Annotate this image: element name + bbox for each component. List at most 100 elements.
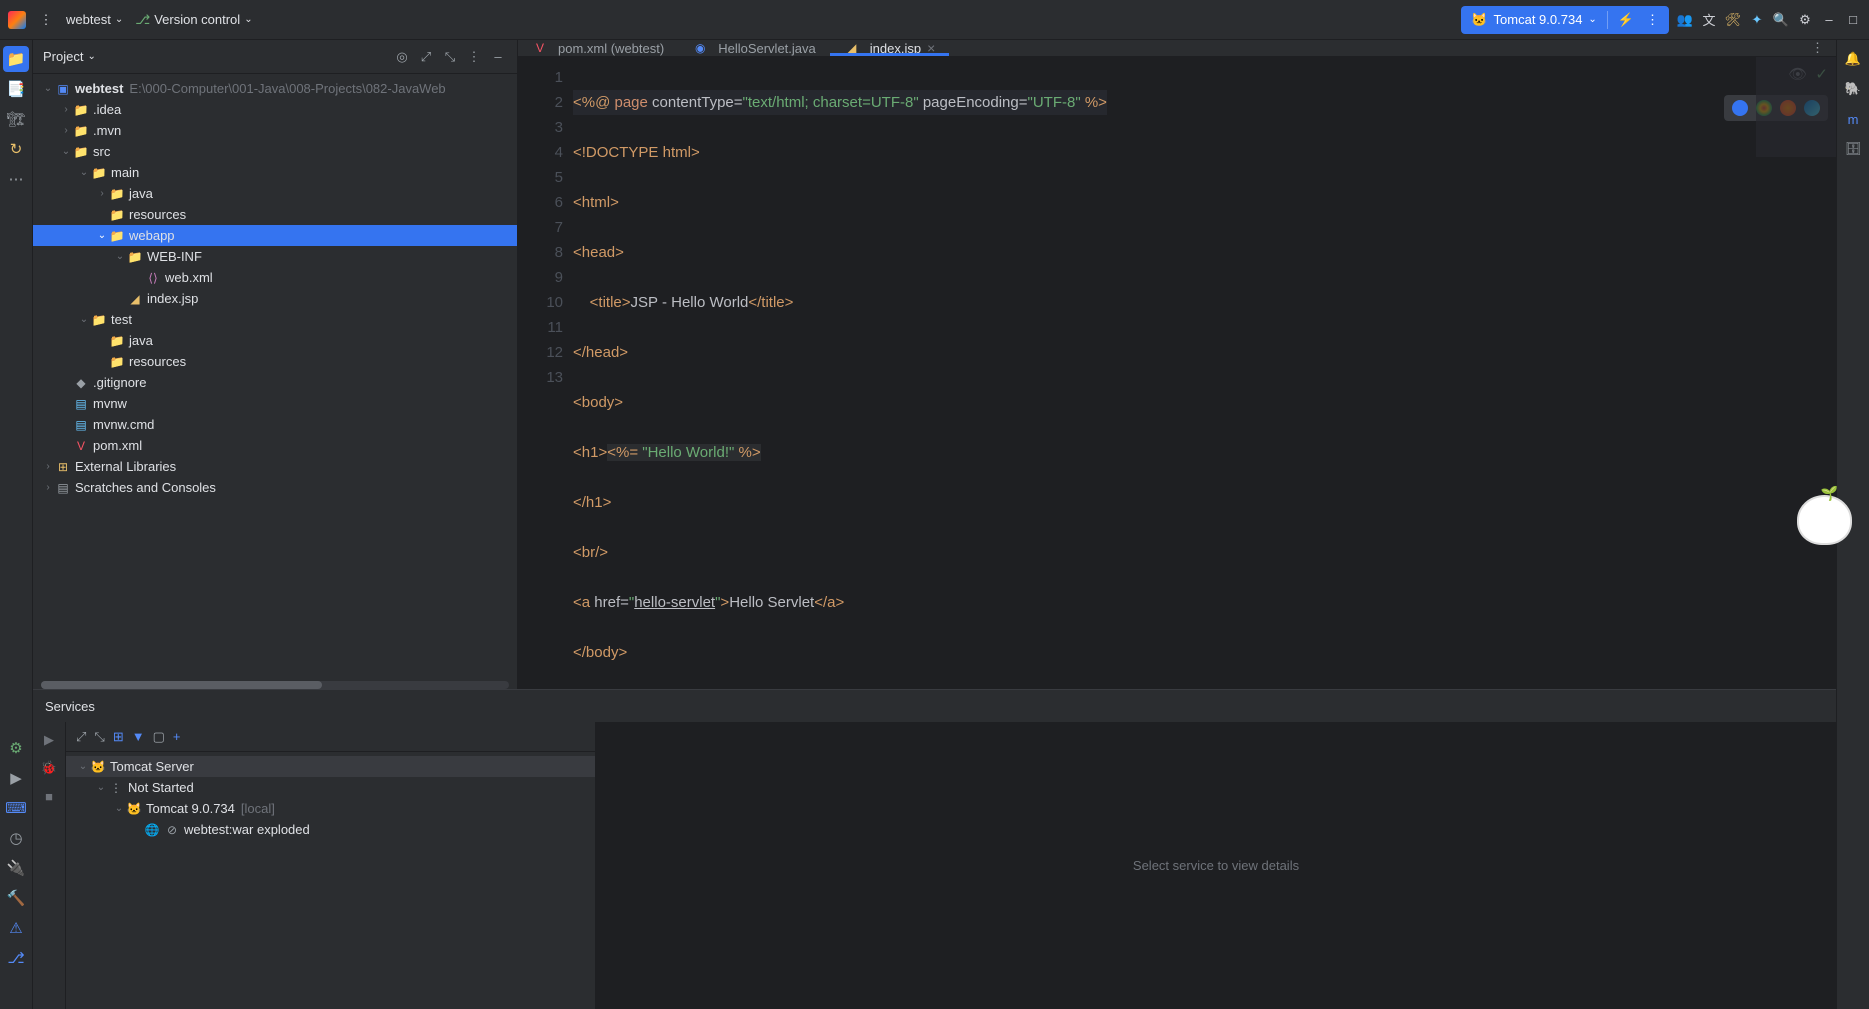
tree-item-gitignore[interactable]: ◆ .gitignore xyxy=(33,372,517,393)
build-icon[interactable]: 🔨 xyxy=(3,885,29,911)
run-configuration[interactable]: 🐱 Tomcat 9.0.734 ⌄ ⚡ ⋮ xyxy=(1461,6,1669,34)
tree-item-webxml[interactable]: ⟨⟩ web.xml xyxy=(33,267,517,288)
editor-tabs-more[interactable]: ⋮ xyxy=(1799,40,1836,56)
refresh-icon[interactable]: ↻ xyxy=(3,136,29,162)
debug-svc-icon[interactable]: 🐞 xyxy=(37,756,61,780)
services-tree[interactable]: ⌄ 🐱 Tomcat Server ⌄ ⋮ Not Started ⌄ xyxy=(66,752,595,844)
git-icon[interactable]: ⎇ xyxy=(3,945,29,971)
tree-item-indexjsp[interactable]: ◢ index.jsp xyxy=(33,288,517,309)
tree-item-scratches[interactable]: ›▤ Scratches and Consoles xyxy=(33,477,517,498)
chevron-down-icon: ⌄ xyxy=(1588,14,1596,25)
tab-label: pom.xml (webtest) xyxy=(558,41,664,56)
svc-label: Tomcat 9.0.734 xyxy=(146,801,235,816)
endpoints-icon[interactable]: 🔌 xyxy=(3,855,29,881)
problems-icon[interactable]: ⚠ xyxy=(3,915,29,941)
ide-logo-icon[interactable] xyxy=(8,11,26,29)
tools-icon[interactable]: 🛠 xyxy=(1725,12,1741,28)
services-header[interactable]: Services xyxy=(33,690,1836,722)
maven-icon[interactable]: m xyxy=(1840,106,1866,132)
ai-icon[interactable]: ✦ xyxy=(1749,12,1765,28)
jsp-icon: ◢ xyxy=(844,40,860,56)
run-tool-icon[interactable]: ▶ xyxy=(3,765,29,791)
tree-item-java[interactable]: ›📁 java xyxy=(33,183,517,204)
editor-minimap[interactable] xyxy=(1756,57,1836,157)
stop-svc-icon[interactable]: ■ xyxy=(37,784,61,808)
project-selector[interactable]: webtest ⌄ xyxy=(66,12,123,27)
translate-icon[interactable]: 文 xyxy=(1701,12,1717,28)
svc-tomcat-instance[interactable]: ⌄ 🐱 Tomcat 9.0.734 [local] xyxy=(66,798,595,819)
tree-label: .mvn xyxy=(93,123,121,138)
builtin-browser-icon[interactable] xyxy=(1732,100,1748,116)
tree-root[interactable]: ⌄▣ webtest E:\000-Computer\001-Java\008-… xyxy=(33,78,517,99)
tree-item-test-resources[interactable]: 📁 resources xyxy=(33,351,517,372)
not-deployed-icon: ⊘ xyxy=(164,822,180,838)
tree-item-idea[interactable]: ›📁 .idea xyxy=(33,99,517,120)
terminal-icon[interactable]: ⌨ xyxy=(3,795,29,821)
vcs-selector[interactable]: ⎇ Version control ⌄ xyxy=(135,12,252,28)
status-icon: ⋮ xyxy=(108,780,124,796)
group-icon[interactable]: ⊞ xyxy=(113,729,124,745)
tree-item-resources[interactable]: 📁 resources xyxy=(33,204,517,225)
tree-item-mvn[interactable]: ›📁 .mvn xyxy=(33,120,517,141)
database-icon[interactable]: 🗄 xyxy=(1840,136,1866,162)
mascot-widget[interactable]: 🌱 xyxy=(1789,480,1859,560)
tree-label: pom.xml xyxy=(93,438,142,453)
tree-item-mvnwcmd[interactable]: ▤ mvnw.cmd xyxy=(33,414,517,435)
tree-item-mvnw[interactable]: ▤ mvnw xyxy=(33,393,517,414)
tomcat-icon: 🐱 xyxy=(126,801,142,817)
tree-item-main[interactable]: ⌄📁 main xyxy=(33,162,517,183)
svc-tomcat-server[interactable]: ⌄ 🐱 Tomcat Server xyxy=(66,756,595,777)
debug-icon[interactable]: ⚡ xyxy=(1618,12,1634,28)
search-icon[interactable]: 🔍 xyxy=(1773,12,1789,28)
tab-indexjsp[interactable]: ◢ index.jsp × xyxy=(830,40,950,56)
code-with-me-icon[interactable]: 👥 xyxy=(1677,12,1693,28)
minimize-panel-icon[interactable]: – xyxy=(489,49,507,65)
maximize-icon[interactable]: □ xyxy=(1845,12,1861,28)
more-icon[interactable]: ⋮ xyxy=(1646,12,1659,28)
tree-item-webapp[interactable]: ⌄📁 webapp xyxy=(33,225,517,246)
more-tools-icon[interactable]: ⋯ xyxy=(3,166,29,192)
project-tool-icon[interactable]: 📁 xyxy=(3,46,29,72)
svc-artifact[interactable]: 🌐 ⊘ webtest:war exploded xyxy=(66,819,595,840)
gradle-icon[interactable]: 🐘 xyxy=(1840,76,1866,102)
expand-all-icon[interactable]: ⤢ xyxy=(417,49,435,65)
panel-options-icon[interactable]: ⋮ xyxy=(465,49,483,65)
close-tab-icon[interactable]: × xyxy=(927,40,935,56)
tree-label: main xyxy=(111,165,139,180)
tree-scrollbar[interactable] xyxy=(41,681,509,689)
tree-item-src[interactable]: ⌄📁 src xyxy=(33,141,517,162)
bookmarks-icon[interactable]: 📑 xyxy=(3,76,29,102)
code-editor[interactable]: 123 456 789 101112 13 <%@ page contentTy… xyxy=(518,57,1836,689)
add-service-icon[interactable]: + xyxy=(173,729,181,744)
tree-item-extlib[interactable]: ›⊞ External Libraries xyxy=(33,456,517,477)
run-icon[interactable]: ▶ xyxy=(37,728,61,752)
separator xyxy=(1607,11,1608,29)
main-menu-icon[interactable]: ⋮ xyxy=(38,12,54,28)
tab-pom[interactable]: V pom.xml (webtest) xyxy=(518,40,678,56)
tree-label: java xyxy=(129,333,153,348)
services-tool-icon[interactable]: ⚙ xyxy=(3,735,29,761)
svc-not-started[interactable]: ⌄ ⋮ Not Started xyxy=(66,777,595,798)
maven-icon: V xyxy=(532,40,548,56)
collapse-all-icon[interactable]: ⤡ xyxy=(441,49,459,65)
minimize-icon[interactable]: – xyxy=(1821,12,1837,28)
expand-icon[interactable]: ⤢ xyxy=(76,729,86,745)
tree-item-webinf[interactable]: ⌄📁 WEB-INF xyxy=(33,246,517,267)
view-icon[interactable]: ▢ xyxy=(153,729,165,745)
tree-item-test[interactable]: ⌄📁 test xyxy=(33,309,517,330)
structure-icon[interactable]: 🏗 xyxy=(3,106,29,132)
tree-label: Scratches and Consoles xyxy=(75,480,216,495)
settings-icon[interactable]: ⚙ xyxy=(1797,12,1813,28)
tab-helloservlet[interactable]: ◉ HelloServlet.java xyxy=(678,40,830,56)
tree-item-pom[interactable]: V pom.xml xyxy=(33,435,517,456)
collapse-icon[interactable]: ⤡ xyxy=(94,729,104,745)
filter-icon[interactable]: ▼ xyxy=(132,729,145,744)
project-tree[interactable]: ⌄▣ webtest E:\000-Computer\001-Java\008-… xyxy=(33,74,517,502)
tree-item-test-java[interactable]: 📁 java xyxy=(33,330,517,351)
code-content[interactable]: <%@ page contentType="text/html; charset… xyxy=(573,57,1836,689)
select-opened-icon[interactable]: ◎ xyxy=(393,49,411,65)
svc-local-label: [local] xyxy=(241,801,275,816)
project-panel-title[interactable]: Project ⌄ xyxy=(43,49,393,64)
notifications-icon[interactable]: 🔔 xyxy=(1840,46,1866,72)
profiler-icon[interactable]: ◷ xyxy=(3,825,29,851)
